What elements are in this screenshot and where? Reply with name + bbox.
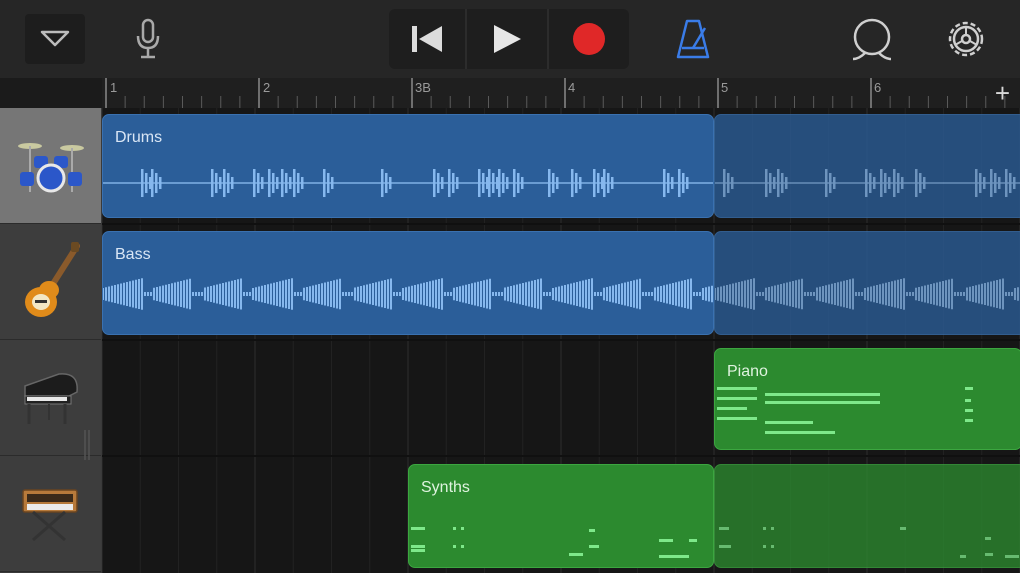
region-label-synths: Synths: [421, 479, 470, 496]
grand-piano-icon: [23, 372, 78, 424]
timeline-ruler[interactable]: 1 2 3B 4 5 6 +: [102, 78, 1020, 109]
record-button[interactable]: [549, 9, 629, 69]
metronome-icon: [676, 19, 710, 59]
drums-region[interactable]: Drums: [102, 114, 714, 218]
region-label-drums: Drums: [115, 129, 163, 146]
track-header-drums[interactable]: [0, 108, 101, 224]
bar-label-5: 5: [721, 80, 729, 95]
loop-icon: [852, 18, 892, 61]
microphone-icon: [136, 18, 160, 59]
settings-icon: [948, 21, 984, 57]
bar-label-1: 1: [110, 80, 118, 95]
track-header-bass[interactable]: [0, 224, 101, 340]
synths-loop-notes: [719, 527, 1019, 558]
track-headers: [0, 108, 102, 573]
synths-loop-region[interactable]: [714, 464, 1020, 568]
rewind-button[interactable]: [389, 9, 465, 69]
add-track-button[interactable]: +: [995, 80, 1010, 106]
synths-region[interactable]: Synths: [408, 464, 714, 568]
synthesizer-icon: [21, 488, 78, 541]
drum-kit-icon: [17, 142, 84, 192]
region-label-bass: Bass: [115, 246, 151, 263]
tracks-area[interactable]: Drums Bass Piano Synths: [102, 108, 1020, 573]
browser-menu-button[interactable]: [25, 14, 85, 64]
drums-loop-region[interactable]: [714, 114, 1020, 218]
bar-label-6: 6: [874, 80, 882, 95]
drums-loop-waveform: [715, 169, 1020, 197]
control-bar: [0, 0, 1020, 78]
play-button[interactable]: [467, 9, 547, 69]
bar-label-3: 3B: [415, 80, 431, 95]
bass-waveform: [103, 278, 713, 310]
bar-label-2: 2: [263, 80, 271, 95]
play-icon: [494, 25, 521, 53]
settings-button[interactable]: [942, 14, 990, 64]
region-label-piano: Piano: [727, 363, 768, 380]
loop-browser-button[interactable]: [848, 14, 896, 64]
rewind-icon: [412, 26, 442, 52]
bar-label-4: 4: [568, 80, 576, 95]
chevron-down-icon: [40, 30, 70, 47]
transport-controls: [389, 9, 629, 69]
resize-handle-icon[interactable]: [82, 430, 94, 460]
bass-loop-region[interactable]: [714, 231, 1020, 335]
bass-region[interactable]: Bass: [102, 231, 714, 335]
bass-loop-waveform: [715, 278, 1020, 310]
piano-region[interactable]: Piano: [714, 348, 1020, 450]
record-icon: [573, 23, 605, 55]
drums-waveform: [103, 169, 713, 197]
track-header-synths[interactable]: [0, 456, 101, 572]
bass-guitar-icon: [24, 241, 80, 317]
metronome-button[interactable]: [668, 12, 718, 66]
ruler-ticks: [105, 78, 1006, 108]
microphone-button[interactable]: [128, 14, 168, 64]
